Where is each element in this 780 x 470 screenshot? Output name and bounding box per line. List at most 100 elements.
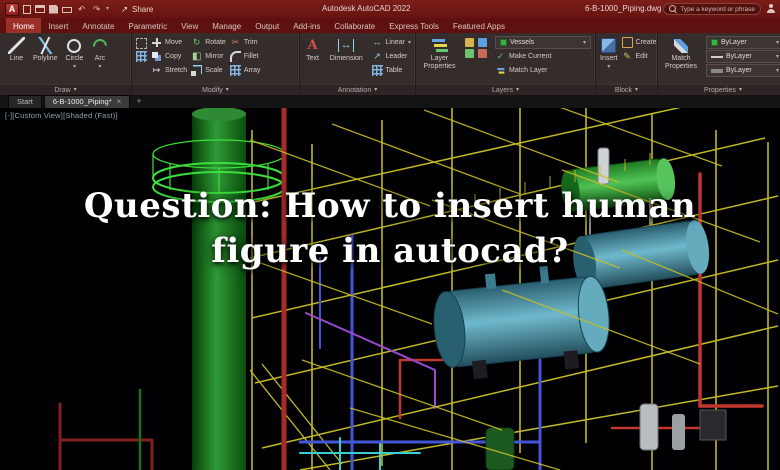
chevron-down-icon xyxy=(98,64,101,70)
chevron-down-icon xyxy=(776,40,779,46)
object-color-select[interactable]: ByLayer xyxy=(706,36,780,49)
panel-block: Insert Create Edit Block xyxy=(596,33,658,95)
viewport-controls[interactable]: [-][Custom View][Shaded (Fast)] xyxy=(5,111,118,120)
sign-in-person-icon[interactable] xyxy=(766,4,775,14)
chevron-down-icon xyxy=(635,87,638,93)
copy-button[interactable]: Copy xyxy=(151,50,187,63)
rotate-button[interactable]: Rotate xyxy=(191,36,226,49)
autocad-logo[interactable]: A xyxy=(5,3,19,16)
drawing-canvas[interactable]: [-][Custom View][Shaded (Fast)] Question… xyxy=(0,108,780,470)
tab-home[interactable]: Home xyxy=(6,18,41,33)
tab-view[interactable]: View xyxy=(174,18,205,33)
layer-state-icon[interactable] xyxy=(478,38,487,47)
panel-modify: Move Copy Stretch Rotate Mirror Scale Tr… xyxy=(132,33,300,95)
panel-label-layers[interactable]: Layers xyxy=(416,84,595,95)
ribbon: Line Polyline Circle Arc Draw xyxy=(0,33,780,95)
circle-button[interactable]: Circle xyxy=(66,36,84,70)
layer-state-icon[interactable] xyxy=(478,49,487,58)
layer-properties-button[interactable]: Layer Properties xyxy=(420,36,459,70)
move-button[interactable]: Move xyxy=(151,36,187,49)
edit-block-icon xyxy=(622,51,633,62)
tab-add-ins[interactable]: Add-ins xyxy=(286,18,327,33)
open-file-icon[interactable] xyxy=(35,5,45,13)
linetype-select[interactable]: ByLayer xyxy=(706,50,780,63)
close-tab-icon[interactable]: × xyxy=(117,98,122,106)
panel-label-modify[interactable]: Modify xyxy=(132,84,299,95)
table-button[interactable]: Table xyxy=(372,64,411,77)
chevron-down-icon xyxy=(583,40,586,46)
panel-label-block[interactable]: Block xyxy=(596,84,657,95)
stretch-button[interactable]: Stretch xyxy=(151,64,187,77)
new-file-icon[interactable] xyxy=(23,5,31,14)
lineweight-select[interactable]: ByLayer xyxy=(706,64,780,77)
share-icon xyxy=(119,4,130,15)
redo-icon[interactable] xyxy=(91,4,102,15)
search-placeholder: Type a keyword or phrase xyxy=(680,6,755,13)
scale-button[interactable]: Scale xyxy=(191,64,226,77)
tab-express-tools[interactable]: Express Tools xyxy=(382,18,446,33)
tab-insert[interactable]: Insert xyxy=(41,18,75,33)
modify-extra-tools xyxy=(136,36,147,62)
panel-label-annotation[interactable]: Annotation xyxy=(300,84,415,95)
text-button[interactable]: A Text xyxy=(304,36,321,63)
mirror-button[interactable]: Mirror xyxy=(191,50,226,63)
mirror-icon xyxy=(191,51,202,62)
linear-icon xyxy=(372,37,383,48)
quick-access-toolbar xyxy=(23,4,109,15)
share-button[interactable]: Share xyxy=(119,4,153,15)
layer-select[interactable]: Vessels xyxy=(495,36,591,49)
start-tab[interactable]: Start xyxy=(8,95,42,108)
question-overlay: Question: How to insert human figure in … xyxy=(0,184,780,274)
insert-block-button[interactable]: Insert xyxy=(600,36,618,70)
polyline-button[interactable]: Polyline xyxy=(33,36,58,63)
create-block-button[interactable]: Create xyxy=(622,36,657,49)
panel-properties: Match Properties ByLayer ByLayer xyxy=(658,33,780,95)
color-swatch xyxy=(711,39,718,46)
fillet-button[interactable]: Fillet xyxy=(230,50,261,63)
tab-collaborate[interactable]: Collaborate xyxy=(327,18,382,33)
layer-state-icon[interactable] xyxy=(465,49,474,58)
piping-3d-model[interactable] xyxy=(0,108,780,470)
search-box[interactable]: Type a keyword or phrase xyxy=(663,3,761,15)
tab-featured-apps[interactable]: Featured Apps xyxy=(446,18,512,33)
explode-icon[interactable] xyxy=(136,51,147,62)
leader-button[interactable]: Leader xyxy=(372,50,411,63)
layer-state-icon[interactable] xyxy=(465,38,474,47)
edit-block-button[interactable]: Edit xyxy=(622,50,657,63)
chevron-down-icon xyxy=(739,87,742,93)
linear-dimension-button[interactable]: Linear xyxy=(372,36,411,49)
undo-icon[interactable] xyxy=(76,4,87,15)
tab-parametric[interactable]: Parametric xyxy=(121,18,174,33)
tab-output[interactable]: Output xyxy=(248,18,286,33)
line-button[interactable]: Line xyxy=(8,36,25,63)
match-properties-button[interactable]: Match Properties xyxy=(662,36,700,70)
panel-label-draw[interactable]: Draw xyxy=(0,84,131,95)
arc-button[interactable]: Arc xyxy=(91,36,108,70)
panel-label-properties[interactable]: Properties xyxy=(658,84,780,95)
ribbon-tab-bar: Home Insert Annotate Parametric View Man… xyxy=(0,18,780,33)
dimension-icon xyxy=(338,39,354,52)
chevron-down-icon xyxy=(74,87,77,93)
save-icon[interactable] xyxy=(49,5,58,14)
trim-button[interactable]: Trim xyxy=(230,36,261,49)
drawing-tab[interactable]: 6-B-1000_Piping* × xyxy=(44,95,130,108)
dimension-button[interactable]: Dimension xyxy=(327,36,366,63)
circle-icon xyxy=(67,39,81,53)
match-layer-button[interactable]: Match Layer xyxy=(495,64,591,77)
erase-icon[interactable] xyxy=(136,38,147,49)
plot-icon[interactable] xyxy=(62,7,72,13)
qat-dropdown-icon[interactable] xyxy=(106,6,109,12)
purple-pipe xyxy=(306,313,435,408)
make-current-button[interactable]: Make Current xyxy=(495,50,591,63)
new-drawing-tab-button[interactable]: + xyxy=(132,96,145,108)
tab-annotate[interactable]: Annotate xyxy=(75,18,121,33)
chevron-down-icon xyxy=(776,68,779,74)
match-layer-icon xyxy=(497,67,505,75)
layer-state-tools xyxy=(465,36,489,58)
table-icon xyxy=(372,65,383,76)
array-button[interactable]: Array xyxy=(230,64,261,77)
panel-layers: Layer Properties Vessels Make Current Ma xyxy=(416,33,596,95)
tab-manage[interactable]: Manage xyxy=(205,18,248,33)
share-label: Share xyxy=(132,5,153,14)
chevron-down-icon xyxy=(226,87,229,93)
